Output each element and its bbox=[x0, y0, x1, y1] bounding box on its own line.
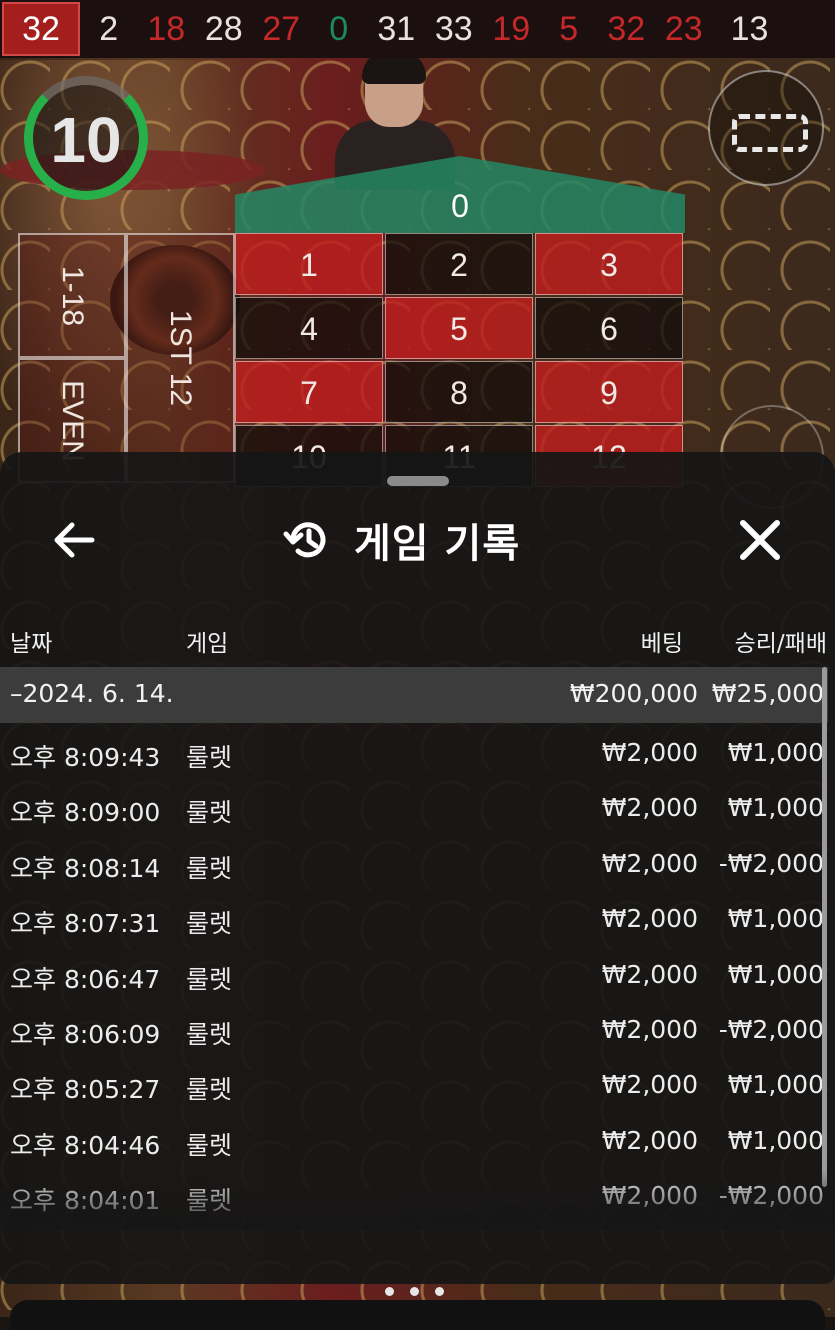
bet-spot-number[interactable]: 3 bbox=[535, 233, 683, 295]
row-bet: ₩2,000 bbox=[601, 848, 698, 878]
page-dot bbox=[385, 1287, 394, 1296]
date-group-winloss: ₩25,000 bbox=[711, 679, 824, 708]
panel-title: 게임 기록 bbox=[354, 521, 521, 567]
row-game: 룰렛 bbox=[186, 798, 233, 828]
page-dot bbox=[435, 1287, 444, 1296]
list-fade bbox=[0, 1170, 835, 1230]
drag-handle[interactable] bbox=[387, 476, 449, 486]
history-number: 2 bbox=[99, 9, 119, 48]
bet-spot-first-dozen-label: 1ST 12 bbox=[164, 309, 198, 407]
page-dot bbox=[410, 1287, 419, 1296]
history-number: 23 bbox=[664, 9, 703, 48]
history-row[interactable]: 오후 8:06:47 룰렛 ₩2,000 ₩1,000 bbox=[0, 946, 828, 1001]
scrollbar[interactable] bbox=[822, 667, 827, 1187]
row-winloss: -₩2,000 bbox=[718, 848, 824, 878]
row-bet: ₩2,000 bbox=[601, 1125, 698, 1155]
history-row[interactable]: 오후 8:05:27 룰렛 ₩2,000 ₩1,000 bbox=[0, 1056, 828, 1111]
bet-spot-low[interactable]: 1-18 bbox=[18, 233, 126, 358]
row-winloss: -₩2,000 bbox=[718, 1014, 824, 1044]
history-number: 31 bbox=[377, 9, 416, 48]
column-header-winloss: 승리/패배 bbox=[734, 631, 827, 657]
row-winloss: ₩1,000 bbox=[727, 793, 824, 823]
fullscreen-button[interactable] bbox=[708, 70, 824, 186]
back-arrow-icon[interactable] bbox=[48, 514, 100, 566]
history-row[interactable]: 오후 8:09:43 룰렛 ₩2,000 ₩1,000 bbox=[0, 724, 828, 779]
row-time: 오후 8:06:47 bbox=[10, 964, 161, 994]
bet-spot-low-label: 1-18 bbox=[55, 265, 89, 326]
row-time: 오후 8:04:46 bbox=[10, 1130, 161, 1160]
row-game: 룰렛 bbox=[186, 909, 233, 939]
history-number: 13 bbox=[730, 9, 769, 48]
history-row[interactable]: 오후 8:08:14 룰렛 ₩2,000 -₩2,000 bbox=[0, 835, 828, 890]
bet-spot-number[interactable]: 2 bbox=[385, 233, 533, 295]
row-game: 룰렛 bbox=[186, 743, 233, 772]
history-row[interactable]: 오후 8:07:31 룰렛 ₩2,000 ₩1,000 bbox=[0, 890, 828, 945]
bet-spot-number[interactable]: 8 bbox=[385, 361, 533, 423]
history-number: 32 bbox=[607, 9, 646, 48]
row-winloss: ₩1,000 bbox=[727, 959, 824, 989]
close-icon[interactable] bbox=[734, 514, 786, 566]
bet-spot-even-label: EVEN bbox=[55, 379, 89, 462]
column-header-bet: 베팅 bbox=[640, 631, 683, 657]
history-row[interactable]: 오후 8:04:46 룰렛 ₩2,000 ₩1,000 bbox=[0, 1112, 828, 1167]
history-icon bbox=[283, 522, 326, 558]
history-number: 28 bbox=[204, 9, 243, 48]
bet-spot-first-dozen[interactable]: 1ST 12 bbox=[126, 233, 235, 483]
bottom-bar bbox=[10, 1300, 825, 1330]
date-group-row[interactable]: –2024. 6. 14. ₩200,000 ₩25,000 bbox=[0, 667, 828, 723]
timer-value: 10 bbox=[50, 104, 122, 176]
row-bet: ₩2,000 bbox=[601, 959, 698, 989]
row-winloss: ₩1,000 bbox=[727, 1125, 824, 1155]
bet-spot-number[interactable]: 4 bbox=[235, 297, 383, 359]
row-bet: ₩2,000 bbox=[601, 1014, 698, 1044]
row-bet: ₩2,000 bbox=[601, 793, 698, 823]
date-group-date: –2024. 6. 14. bbox=[10, 679, 174, 708]
row-time: 오후 8:08:14 bbox=[10, 853, 161, 883]
row-time: 오후 8:07:31 bbox=[10, 909, 161, 939]
history-row[interactable]: 오후 8:06:09 룰렛 ₩2,000 -₩2,000 bbox=[0, 1001, 828, 1056]
bet-spot-number[interactable]: 9 bbox=[535, 361, 683, 423]
history-number: 5 bbox=[559, 9, 579, 48]
history-number: 32 bbox=[2, 2, 80, 56]
row-time: 오후 8:09:43 bbox=[10, 743, 161, 772]
column-header-date: 날짜 bbox=[10, 631, 53, 657]
row-winloss: ₩1,000 bbox=[727, 904, 824, 934]
row-time: 오후 8:06:09 bbox=[10, 1019, 161, 1049]
number-history-strip: 32 2 18 28 27 0 31 33 19 5 32 23 13 bbox=[0, 0, 835, 58]
date-group-bet: ₩200,000 bbox=[569, 679, 698, 708]
row-bet: ₩2,000 bbox=[601, 904, 698, 934]
page-indicator bbox=[385, 1287, 444, 1296]
history-number: 19 bbox=[492, 9, 531, 48]
countdown-timer: 10 bbox=[24, 76, 148, 200]
row-game: 룰렛 bbox=[186, 1075, 233, 1105]
column-header-game: 게임 bbox=[186, 631, 229, 657]
row-time: 오후 8:05:27 bbox=[10, 1075, 161, 1105]
history-number: 27 bbox=[262, 9, 301, 48]
row-winloss: ₩1,000 bbox=[727, 738, 824, 767]
row-time: 오후 8:09:00 bbox=[10, 798, 161, 828]
row-bet: ₩2,000 bbox=[601, 738, 698, 767]
fullscreen-icon bbox=[732, 114, 808, 152]
history-number: 33 bbox=[434, 9, 473, 48]
row-game: 룰렛 bbox=[186, 853, 233, 883]
bet-spot-number[interactable]: 6 bbox=[535, 297, 683, 359]
row-bet: ₩2,000 bbox=[601, 1070, 698, 1100]
bet-spot-number[interactable]: 1 bbox=[235, 233, 383, 295]
history-number: 0 bbox=[329, 9, 349, 48]
row-winloss: ₩1,000 bbox=[727, 1070, 824, 1100]
row-game: 룰렛 bbox=[186, 1130, 233, 1160]
history-list: 오후 8:09:43 룰렛 ₩2,000 ₩1,000 오후 8:09:00 룰렛 ₩2,0… bbox=[0, 724, 828, 1223]
game-history-panel: 게임 기록 날짜 게임 베팅 승리/패배 –2024. 6. 14. ₩200,… bbox=[0, 452, 835, 1284]
panel-header: 게임 기록 bbox=[282, 512, 520, 568]
history-row[interactable]: 오후 8:09:00 룰렛 ₩2,000 ₩1,000 bbox=[0, 779, 828, 834]
row-game: 룰렛 bbox=[186, 1019, 233, 1049]
bet-spot-number[interactable]: 7 bbox=[235, 361, 383, 423]
bet-spot-number[interactable]: 5 bbox=[385, 297, 533, 359]
row-game: 룰렛 bbox=[186, 964, 233, 994]
history-number: 18 bbox=[147, 9, 186, 48]
